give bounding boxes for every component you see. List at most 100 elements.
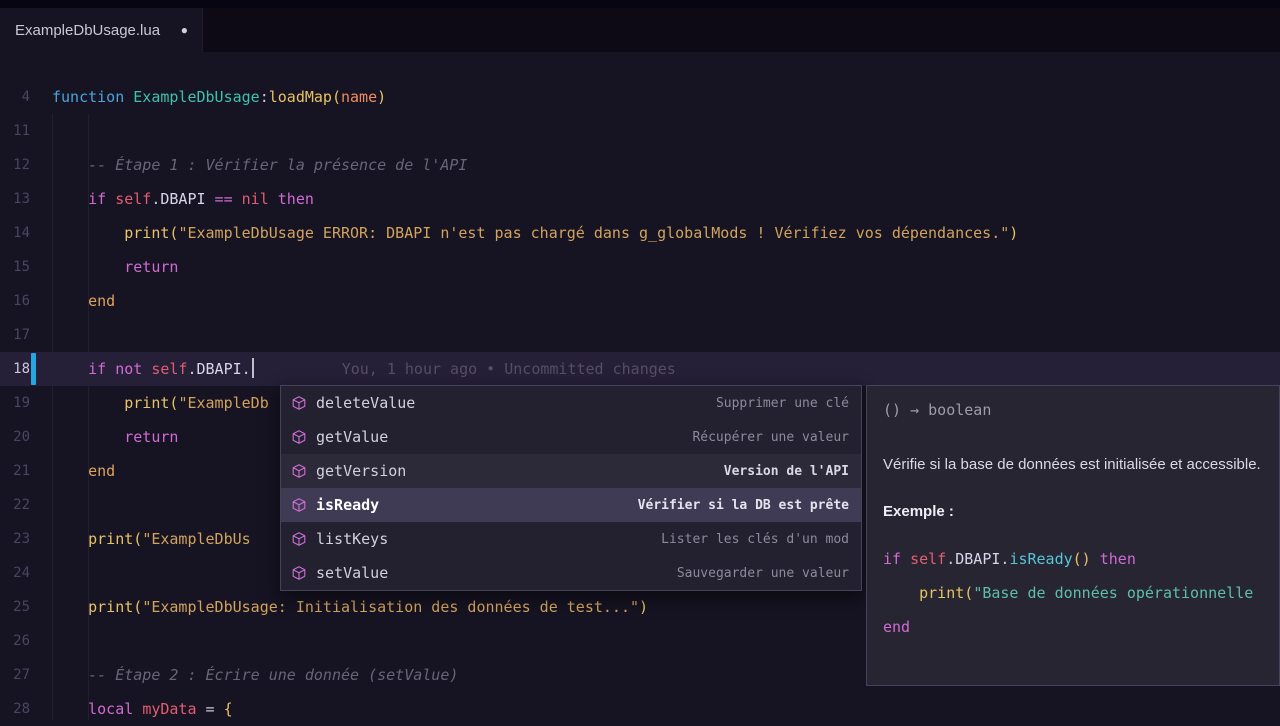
code-line[interactable]: 13 if self.DBAPI == nil then [0,182,1280,216]
suggest-widget: deleteValueSupprimer une clé getValue Récu… [280,385,862,591]
symbol-method-cube-icon [291,429,307,445]
code-text: return [52,250,178,284]
line-number: 16 [0,284,44,318]
code-token: return [52,428,178,446]
code-text: print("ExampleDbUsage: Initialisation de… [52,590,648,624]
code-text: print("ExampleDbUsage ERROR: DBAPI n'est… [52,216,1018,250]
line-number: 12 [0,148,44,182]
code-token: ( [964,584,973,602]
suggest-item-label: getVersion [316,462,406,480]
code-token: isReady [1009,550,1072,568]
code-token: "ExampleDbUsage: Initialisation des donn… [142,598,639,616]
code-line[interactable]: 14 print("ExampleDbUsage ERROR: DBAPI n'… [0,216,1280,250]
suggest-item[interactable]: getValue Récupérer une valeur [281,420,861,454]
code-line[interactable]: 12 -- Étape 1 : Vérifier la présence de … [0,148,1280,182]
code-token: -- Étape 1 : Vérifier la présence de l'A… [52,156,467,174]
code-token: "ExampleDbUsage ERROR: DBAPI n'est pas c… [178,224,1009,242]
code-token: "ExampleDbUs [142,530,250,548]
line-number: 15 [0,250,44,284]
code-token: print [52,598,133,616]
inline-blame-annotation: You, 1 hour ago • Uncommitted changes [342,360,676,378]
code-text: -- Étape 2 : Écrire une donnée (setValue… [52,658,458,692]
code-line[interactable]: 17 [0,318,1280,352]
line-number: 28 [0,692,44,726]
code-token: . [242,360,251,378]
code-token: return [52,258,178,276]
code-token: . [187,360,196,378]
line-number: 17 [0,318,44,352]
line-number: 14 [0,216,44,250]
suggest-item[interactable]: deleteValueSupprimer une clé [281,386,861,420]
code-token: print [52,394,169,412]
suggest-item-detail: Version de l'API [724,464,849,479]
doc-example-label: Exemple : [883,500,1263,524]
code-token: if [883,550,910,568]
code-token: "ExampleDb [178,394,268,412]
code-token: if [52,190,115,208]
code-token: -- Étape 2 : Écrire une donnée (setValue… [52,666,458,684]
code-token: ) [1009,224,1018,242]
tab-exampledbusage[interactable]: ExampleDbUsage.lua ● [0,8,203,52]
doc-code-line: end [883,610,1263,644]
line-number: 23 [0,522,44,556]
suggest-item[interactable]: setValueSauvegarder une valeur [281,556,861,590]
code-text: return [52,420,178,454]
code-text: end [52,284,115,318]
line-number: 4 [0,80,44,114]
doc-panel: () → boolean Vérifie si la base de donné… [866,385,1280,686]
code-token: print [52,530,133,548]
window-title-strip [0,0,1280,8]
suggest-item-label: getValue [316,428,388,446]
code-token: DBAPI [160,190,205,208]
suggest-item-label: listKeys [316,530,388,548]
code-token: myData [142,700,196,718]
code-text: -- Étape 1 : Vérifier la présence de l'A… [52,148,467,182]
code-text: end [52,454,115,488]
code-token: ExampleDbUsage [133,88,259,106]
code-token: DBAPI [955,550,1000,568]
code-token: loadMap [269,88,332,106]
code-token: end [883,618,910,636]
code-line[interactable]: 18 if not self.DBAPI.You, 1 hour ago • U… [0,352,1280,386]
symbol-method-cube-icon [291,395,307,411]
text-cursor [252,358,254,378]
code-line[interactable]: 11 [0,114,1280,148]
line-number: 18 [0,352,44,386]
line-number: 27 [0,658,44,692]
code-token: end [52,462,115,480]
line-number: 24 [0,556,44,590]
code-line[interactable]: 15 return [0,250,1280,284]
suggest-item-detail: Récupérer une valeur [692,430,849,445]
code-token: then [269,190,314,208]
code-token: DBAPI [197,360,242,378]
line-number: 19 [0,386,44,420]
code-text: print("ExampleDbUs [52,522,251,556]
code-text: function ExampleDbUsage:loadMap(name) [52,80,386,114]
code-line[interactable]: 28 local myData = { [0,692,1280,726]
suggest-item-detail: Lister les clés d'un mod [661,532,849,547]
code-line[interactable]: 4function ExampleDbUsage:loadMap(name) [0,80,1280,114]
suggest-item[interactable]: listKeys Lister les clés d'un mod [281,522,861,556]
code-line[interactable]: 16 end [0,284,1280,318]
code-token: self [151,360,187,378]
line-number: 20 [0,420,44,454]
code-token: local [52,700,142,718]
code-token: ( [133,530,142,548]
suggest-item-detail: Sauvegarder une valeur [677,566,849,581]
code-token: print [52,224,169,242]
tab-modified-dot[interactable]: ● [181,23,188,37]
code-token: . [946,550,955,568]
code-token: : [260,88,269,106]
code-token: = [197,700,224,718]
code-token: () [1073,550,1091,568]
code-token: self [115,190,151,208]
suggest-item-detail: Vérifier si la DB est prête [638,498,849,513]
code-token: ) [377,88,386,106]
code-token: ( [133,598,142,616]
suggest-item[interactable]: getVersion Version de l'API [281,454,861,488]
suggest-item-label: deleteValue [316,394,415,412]
symbol-method-cube-icon [291,531,307,547]
code-text: if self.DBAPI == nil then [52,182,314,216]
suggest-item[interactable]: isReadyVérifier si la DB est prête [281,488,861,522]
line-number: 11 [0,114,44,148]
